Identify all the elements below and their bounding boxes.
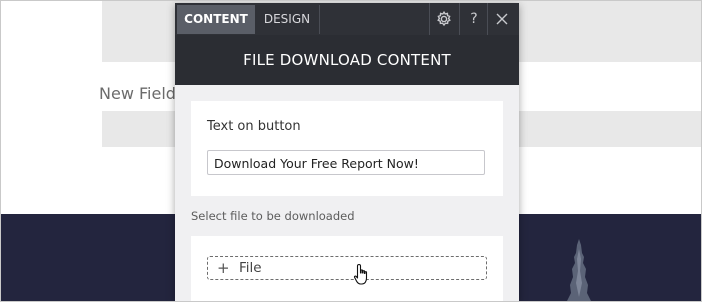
building-silhouette-image [567, 239, 591, 301]
select-file-label: Select file to be downloaded [191, 209, 355, 223]
close-icon[interactable] [487, 3, 516, 35]
button-text-card: Text on button Download Your Free Report… [191, 101, 503, 196]
help-icon[interactable]: ? [459, 3, 488, 35]
file-select-card: + File [191, 236, 503, 301]
plus-icon: + [217, 259, 230, 277]
button-text-label: Text on button [207, 119, 301, 134]
page-frame: New Field: CONTENT DESIGN ? FILE DOWNLOA… [0, 0, 702, 302]
new-field-label: New Field: [99, 84, 182, 103]
hand-cursor-icon [353, 263, 368, 285]
add-file-button[interactable]: + File [207, 256, 487, 280]
add-file-label: File [239, 260, 262, 276]
tab-design[interactable]: DESIGN [255, 5, 320, 34]
button-text-input[interactable]: Download Your Free Report Now! [207, 150, 485, 175]
tab-content[interactable]: CONTENT [177, 5, 255, 34]
settings-panel: CONTENT DESIGN ? FILE DOWNLOAD CONTENT T… [175, 3, 519, 301]
gear-icon[interactable] [429, 3, 458, 35]
panel-tab-bar: CONTENT DESIGN ? [175, 3, 519, 35]
panel-title: FILE DOWNLOAD CONTENT [175, 35, 519, 85]
